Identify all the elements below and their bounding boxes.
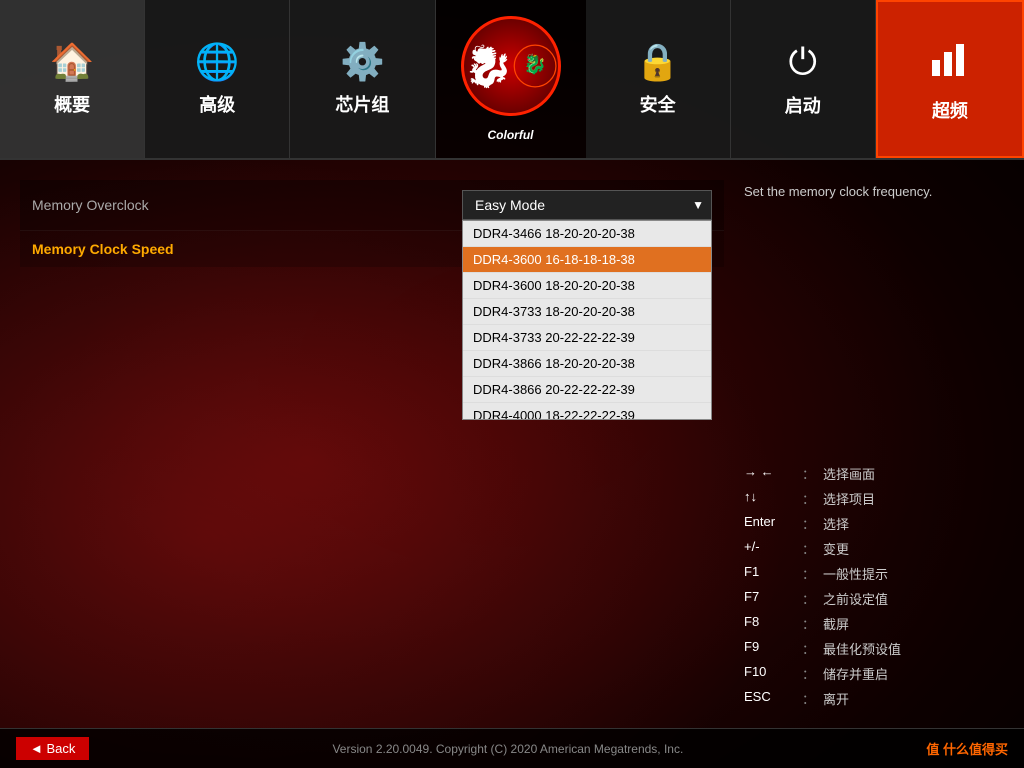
keybind-item-2: Enter：选择 — [744, 514, 1004, 533]
dropdown-item-7[interactable]: DDR4-4000 18-22-22-22-39 — [463, 403, 711, 420]
easy-mode-dropdown[interactable]: Easy Mode — [462, 190, 712, 220]
nav-label-boot: 启动 — [785, 92, 821, 118]
dropdown-list: DDR4-3466 18-20-20-20-38 DDR4-3600 16-18… — [462, 220, 712, 420]
back-button[interactable]: ◄ Back — [16, 737, 89, 760]
colorful-logo: 🐉 — [461, 16, 561, 116]
lock-icon: 🔒 — [635, 41, 680, 83]
nav-item-chipset[interactable]: ⚙️ 芯片组 — [290, 0, 435, 158]
footer: ◄ Back Version 2.20.0049. Copyright (C) … — [0, 728, 1024, 768]
version-text: Version 2.20.0049. Copyright (C) 2020 Am… — [332, 742, 683, 756]
chart-icon — [928, 36, 972, 89]
keybind-item-7: F9：最佳化预设值 — [744, 639, 1004, 658]
brand-name: Colorful — [488, 128, 534, 142]
globe-icon: 🌐 — [195, 41, 240, 83]
dropdown-wrapper: Easy Mode ▼ DDR4-3466 18-20-20-20-38 DDR… — [462, 190, 712, 220]
nav-item-overview[interactable]: 🏠 概要 — [0, 0, 145, 158]
nav-label-security: 安全 — [640, 91, 676, 117]
power-icon: ⏻ — [789, 41, 817, 84]
keybind-item-1: ↑↓：选择项目 — [744, 489, 1004, 508]
dropdown-item-0[interactable]: DDR4-3466 18-20-20-20-38 — [463, 221, 711, 247]
nav-label-overview: 概要 — [54, 91, 90, 117]
svg-text:🐉: 🐉 — [524, 52, 548, 75]
keybind-item-3: +/-：变更 — [744, 539, 1004, 558]
home-icon: 🏠 — [50, 41, 95, 83]
nav-label-oc: 超频 — [932, 97, 968, 123]
dropdown-item-6[interactable]: DDR4-3866 20-22-22-22-39 — [463, 377, 711, 403]
top-nav: 🏠 概要 🌐 高级 ⚙️ 芯片组 🐉 Colorful 🔒 安全 ⏻ 启动 — [0, 0, 1024, 160]
gear-icon: ⚙️ — [340, 41, 385, 83]
dropdown-item-3[interactable]: DDR4-3733 18-20-20-20-38 — [463, 299, 711, 325]
memory-overclock-label: Memory Overclock — [32, 197, 149, 213]
nav-item-oc[interactable]: 超频 — [876, 0, 1024, 158]
dropdown-selected-value: Easy Mode — [475, 197, 545, 213]
keybind-item-6: F8：截屏 — [744, 614, 1004, 633]
nav-label-chipset: 芯片组 — [335, 91, 389, 117]
keybind-item-9: ESC：离开 — [744, 689, 1004, 708]
hint-text: Set the memory clock frequency. — [744, 180, 1004, 199]
dropdown-item-5[interactable]: DDR4-3866 18-20-20-20-38 — [463, 351, 711, 377]
site-logo: 值 什么值得买 — [926, 739, 1008, 758]
right-panel: Set the memory clock frequency. → ←：选择画面… — [744, 180, 1004, 708]
nav-item-security[interactable]: 🔒 安全 — [586, 0, 731, 158]
dropdown-item-4[interactable]: DDR4-3733 20-22-22-22-39 — [463, 325, 711, 351]
dropdown-item-2[interactable]: DDR4-3600 18-20-20-20-38 — [463, 273, 711, 299]
nav-label-advanced: 高级 — [199, 91, 235, 117]
nav-item-boot[interactable]: ⏻ 启动 — [731, 0, 876, 158]
nav-item-advanced[interactable]: 🌐 高级 — [145, 0, 290, 158]
memory-clock-label: Memory Clock Speed — [32, 241, 174, 257]
keybind-item-5: F7：之前设定值 — [744, 589, 1004, 608]
keybind-item-8: F10：储存并重启 — [744, 664, 1004, 683]
nav-logo: 🐉 Colorful — [436, 0, 586, 158]
dragon-logo-svg: 🐉 — [513, 31, 557, 101]
main-content: Memory Overclock Easy Mode ▼ DDR4-3466 1… — [0, 160, 1024, 728]
keybind-item-4: F1：一般性提示 — [744, 564, 1004, 583]
keybind-item-0: → ←：选择画面 — [744, 464, 1004, 483]
keybinds-list: → ←：选择画面 ↑↓：选择项目 Enter：选择 +/-：变更 F1：一般性提示 F7：… — [744, 464, 1004, 708]
memory-overclock-row: Memory Overclock Easy Mode ▼ DDR4-3466 1… — [20, 180, 724, 231]
dropdown-item-1[interactable]: DDR4-3600 16-18-18-18-38 — [463, 247, 711, 273]
left-panel: Memory Overclock Easy Mode ▼ DDR4-3466 1… — [20, 180, 724, 708]
